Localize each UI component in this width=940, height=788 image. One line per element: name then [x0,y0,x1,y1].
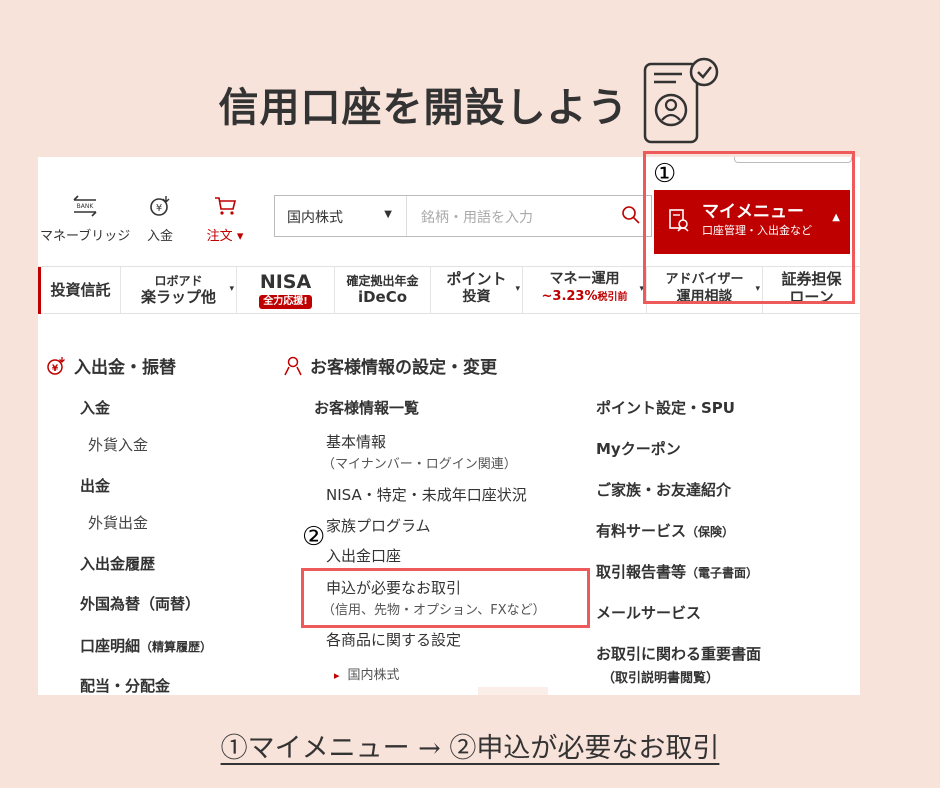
bank-transfer-icon: BANK [73,195,97,217]
page-title-text: 信用口座を開設しよう [218,84,629,131]
yen-deposit-icon: ¥ [150,196,170,216]
search-input[interactable]: 銘柄・用語を入力 [421,207,533,227]
menu-my-coupon[interactable]: Myクーポン [596,438,681,459]
orders-label: 注文 ▾ [206,229,244,244]
menu-fx-deposit[interactable]: 外貨入金 [88,434,148,455]
menu-withdraw[interactable]: 出金 [80,475,110,496]
money-bridge-link[interactable]: BANK マネーブリッジ [40,195,130,244]
cat-robo[interactable]: ロボアド 楽ラップ他 ▾ [120,267,236,314]
menu-deposit[interactable]: 入金 [80,397,110,418]
menu-deposit-account[interactable]: 入出金口座 [326,545,401,566]
cat-nisa[interactable]: NISA 全力応援! [236,267,334,314]
svg-text:¥: ¥ [156,203,162,214]
cat-point[interactable]: ポイント 投資 ▾ [430,267,522,314]
user-icon [284,356,302,376]
menu-dividend[interactable]: 配当・分配金 [80,675,170,695]
scroll-hint [478,687,548,695]
marker-one: ① [653,159,677,189]
menu-domestic-stock[interactable]: ▸ 国内株式 [334,664,400,683]
account-document-icon [640,56,722,152]
menu-basic-info[interactable]: 基本情報 [326,431,386,452]
menu-family-program[interactable]: 家族プログラム [326,515,431,536]
cart-icon [215,197,237,215]
market-select[interactable]: 国内株式 ▼ [275,196,407,236]
menu-important-docs-sub: （取引説明書閲覧） [602,671,720,686]
menu-product-settings[interactable]: 各商品に関する設定 [326,629,461,650]
menu-customer-list[interactable]: お客様情報一覧 [314,397,419,418]
cat-money[interactable]: マネー運用 ~3.23%税引前 ▾ [522,267,646,314]
chevron-down-icon: ▾ [515,284,520,294]
menu-nisa-status[interactable]: NISA・特定・未成年口座状況 [326,484,527,505]
money-bridge-label: マネーブリッジ [40,229,131,244]
chevron-down-icon: ▾ [229,284,234,294]
deposit-label: 入金 [146,229,173,244]
chevron-down-icon: ▼ [384,209,392,220]
svg-text:BANK: BANK [77,203,95,210]
deposit-link[interactable]: ¥ 入金 [138,195,182,244]
cat-toushin[interactable]: 投資信託 [38,267,120,314]
deposit-section-title: ¥ 入出金・振替 [46,353,176,378]
menu-point-spu[interactable]: ポイント設定・SPU [596,397,735,418]
page-title: 信用口座を開設しよう [0,56,940,152]
highlight-apply-trading [301,568,590,628]
menu-family-referral[interactable]: ご家族・お友達紹介 [596,479,731,500]
instruction-caption: ①マイメニュー → ②申込が必要なお取引 [220,733,720,764]
menu-basic-info-sub: （マイナンバー・ログイン関連） [322,457,517,472]
menu-statement[interactable]: 口座明細（精算履歴） [80,635,212,656]
menu-fx-withdraw[interactable]: 外貨出金 [88,512,148,533]
menu-mail-service[interactable]: メールサービス [596,602,701,623]
search-bar: 国内株式 ▼ 銘柄・用語を入力 [274,195,652,237]
customer-section-title: お客様情報の設定・変更 [284,353,497,378]
svg-text:¥: ¥ [52,364,59,374]
cat-ideco[interactable]: 確定拠出年金 iDeCo [334,267,430,314]
search-icon[interactable] [621,205,641,229]
menu-important-docs[interactable]: お取引に関わる重要書面 [596,643,761,664]
marker-two: ② [302,522,326,552]
menu-exchange[interactable]: 外国為替（両替） [80,593,200,614]
menu-paid-service[interactable]: 有料サービス（保険） [596,520,734,541]
menu-trade-report[interactable]: 取引報告書等（電子書面） [596,561,758,582]
menu-history[interactable]: 入出金履歴 [80,553,155,574]
orders-link[interactable]: 注文 ▾ [198,195,252,244]
yen-deposit-icon: ¥ [47,357,65,375]
nisa-badge: 全力応援! [259,295,312,309]
